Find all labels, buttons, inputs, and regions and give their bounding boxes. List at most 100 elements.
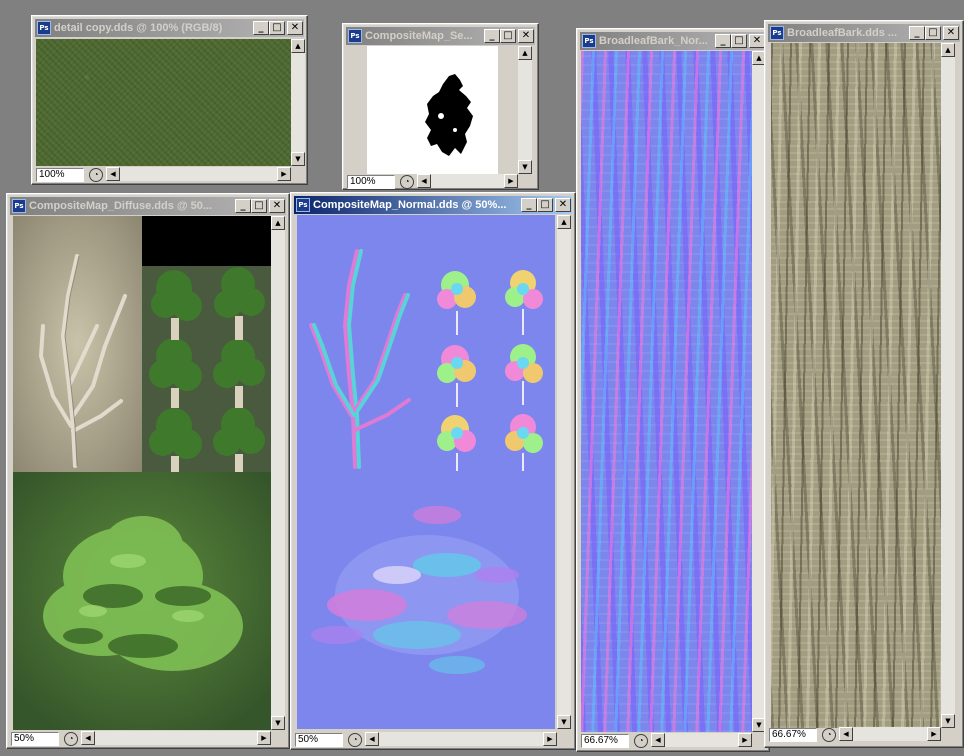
horizontal-scrollbar[interactable]: ◀ ▶ <box>839 727 941 741</box>
maximize-icon[interactable]: □ <box>500 29 516 43</box>
minimize-icon[interactable]: _ <box>253 21 269 35</box>
window-title: CompositeMap_Se... <box>365 30 473 42</box>
status-bar: 66.67% ◔ <box>581 733 648 749</box>
maximize-icon[interactable]: □ <box>537 198 553 212</box>
window-composite-selection[interactable]: Ps CompositeMap_Se... _ □ ✕ ▲ ▼ 100% ◔ ◀ ▶ <box>342 23 539 190</box>
photoshop-icon: Ps <box>37 21 51 35</box>
minimize-icon[interactable]: _ <box>235 199 251 213</box>
image-canvas-mask[interactable] <box>367 46 498 174</box>
status-bar: 50% ◔ <box>11 731 78 747</box>
vertical-scrollbar[interactable]: ▲ ▼ <box>557 215 571 729</box>
image-canvas-bark-normal[interactable] <box>581 51 752 732</box>
close-icon[interactable]: ✕ <box>287 21 303 35</box>
scroll-up-arrow[interactable]: ▲ <box>557 215 571 229</box>
scroll-right-arrow[interactable]: ▶ <box>257 731 271 745</box>
zoom-field[interactable]: 50% <box>295 733 343 747</box>
title-bar[interactable]: Ps CompositeMap_Se... _ □ ✕ <box>346 27 535 45</box>
horizontal-scrollbar[interactable]: ◀ ▶ <box>81 731 271 745</box>
scroll-up-arrow[interactable]: ▲ <box>941 43 955 57</box>
minimize-icon[interactable]: _ <box>484 29 500 43</box>
image-canvas-bark[interactable] <box>771 43 941 728</box>
close-icon[interactable]: ✕ <box>749 34 765 48</box>
close-icon[interactable]: ✕ <box>943 26 959 40</box>
status-bar: 50% ◔ <box>295 732 362 748</box>
photoshop-icon: Ps <box>770 26 784 40</box>
vertical-scrollbar[interactable]: ▲ ▼ <box>518 46 532 174</box>
window-composite-normal[interactable]: Ps CompositeMap_Normal.dds @ 50%... _ □ ✕ <box>290 192 576 750</box>
status-bar: 100% ◔ <box>36 167 103 183</box>
photoshop-icon: Ps <box>12 199 26 213</box>
scroll-right-arrow[interactable]: ▶ <box>277 167 291 181</box>
navigator-icon[interactable]: ◔ <box>634 734 648 748</box>
scroll-left-arrow[interactable]: ◀ <box>417 174 431 188</box>
scroll-up-arrow[interactable]: ▲ <box>271 216 285 230</box>
horizontal-scrollbar[interactable]: ◀ ▶ <box>417 174 518 188</box>
navigator-icon[interactable]: ◔ <box>400 175 414 189</box>
photoshop-icon: Ps <box>582 34 596 48</box>
zoom-field[interactable]: 100% <box>36 168 84 182</box>
minimize-icon[interactable]: _ <box>715 34 731 48</box>
zoom-field[interactable]: 66.67% <box>769 728 817 742</box>
zoom-field[interactable]: 50% <box>11 732 59 746</box>
title-bar[interactable]: Ps BroadleafBark_Nor... _ □ ✕ <box>580 32 766 50</box>
scroll-right-arrow[interactable]: ▶ <box>504 174 518 188</box>
normal-atlas-art <box>309 249 543 674</box>
navigator-icon[interactable]: ◔ <box>64 732 78 746</box>
zoom-field[interactable]: 100% <box>347 175 395 189</box>
navigator-icon[interactable]: ◔ <box>348 733 362 747</box>
window-bark-normal[interactable]: Ps BroadleafBark_Nor... _ □ ✕ ▲ ▼ 66.67% ◔… <box>576 28 770 752</box>
scroll-right-arrow[interactable]: ▶ <box>543 732 557 746</box>
scroll-down-arrow[interactable]: ▼ <box>941 714 955 728</box>
title-bar[interactable]: Ps BroadleafBark.dds ... _ □ ✕ <box>768 24 960 42</box>
window-title: BroadleafBark.dds ... <box>787 27 898 39</box>
close-icon[interactable]: ✕ <box>269 199 285 213</box>
vertical-scrollbar[interactable]: ▲ ▼ <box>271 216 285 730</box>
maximize-icon[interactable]: □ <box>269 21 285 35</box>
status-bar: 66.67% ◔ <box>769 727 836 743</box>
window-title: CompositeMap_Normal.dds @ 50%... <box>313 199 507 211</box>
scroll-left-arrow[interactable]: ◀ <box>839 727 853 741</box>
maximize-icon[interactable]: □ <box>731 34 747 48</box>
window-title: CompositeMap_Diffuse.dds @ 50... <box>29 200 213 212</box>
scroll-right-arrow[interactable]: ▶ <box>738 733 752 747</box>
scroll-down-arrow[interactable]: ▼ <box>271 716 285 730</box>
scroll-up-arrow[interactable]: ▲ <box>291 39 305 53</box>
photoshop-icon: Ps <box>296 198 310 212</box>
scroll-left-arrow[interactable]: ◀ <box>106 167 120 181</box>
title-bar[interactable]: Ps detail copy.dds @ 100% (RGB/8) _ □ ✕ <box>35 19 304 37</box>
navigator-icon[interactable]: ◔ <box>89 168 103 182</box>
window-title: BroadleafBark_Nor... <box>599 35 708 47</box>
desktop: { "windows": { "detail": { "title": "det… <box>0 0 964 756</box>
photoshop-icon: Ps <box>348 29 362 43</box>
zoom-field[interactable]: 66.67% <box>581 734 629 748</box>
title-bar-active[interactable]: Ps CompositeMap_Normal.dds @ 50%... _ □ ✕ <box>294 196 572 214</box>
minimize-icon[interactable]: _ <box>909 26 925 40</box>
window-composite-diffuse[interactable]: Ps CompositeMap_Diffuse.dds @ 50... _ □ ✕ <box>6 193 290 749</box>
scroll-right-arrow[interactable]: ▶ <box>927 727 941 741</box>
horizontal-scrollbar[interactable]: ◀ ▶ <box>106 167 291 181</box>
maximize-icon[interactable]: □ <box>251 199 267 213</box>
image-canvas-grass[interactable] <box>36 39 291 166</box>
scroll-up-arrow[interactable]: ▲ <box>518 46 532 60</box>
image-canvas-diffuse-atlas[interactable] <box>13 216 271 730</box>
vertical-scrollbar[interactable]: ▲ ▼ <box>291 39 305 166</box>
scroll-down-arrow[interactable]: ▼ <box>518 160 532 174</box>
horizontal-scrollbar[interactable]: ◀ ▶ <box>365 732 557 746</box>
image-canvas-normal-atlas[interactable] <box>297 215 555 729</box>
scroll-down-arrow[interactable]: ▼ <box>291 152 305 166</box>
close-icon[interactable]: ✕ <box>555 198 571 212</box>
scroll-down-arrow[interactable]: ▼ <box>557 715 571 729</box>
scroll-left-arrow[interactable]: ◀ <box>81 731 95 745</box>
scroll-left-arrow[interactable]: ◀ <box>651 733 665 747</box>
window-detail-copy[interactable]: Ps detail copy.dds @ 100% (RGB/8) _ □ ✕ ▲ … <box>31 15 308 185</box>
minimize-icon[interactable]: _ <box>521 198 537 212</box>
close-icon[interactable]: ✕ <box>518 29 534 43</box>
window-bark-diffuse[interactable]: Ps BroadleafBark.dds ... _ □ ✕ ▲ ▼ 66.67% … <box>764 20 964 748</box>
horizontal-scrollbar[interactable]: ◀ ▶ <box>651 733 752 747</box>
navigator-icon[interactable]: ◔ <box>822 728 836 742</box>
vertical-scrollbar[interactable]: ▲ ▼ <box>941 43 955 728</box>
title-bar[interactable]: Ps CompositeMap_Diffuse.dds @ 50... _ □ ✕ <box>10 197 286 215</box>
maximize-icon[interactable]: □ <box>925 26 941 40</box>
diffuse-atlas-art <box>13 216 271 730</box>
scroll-left-arrow[interactable]: ◀ <box>365 732 379 746</box>
